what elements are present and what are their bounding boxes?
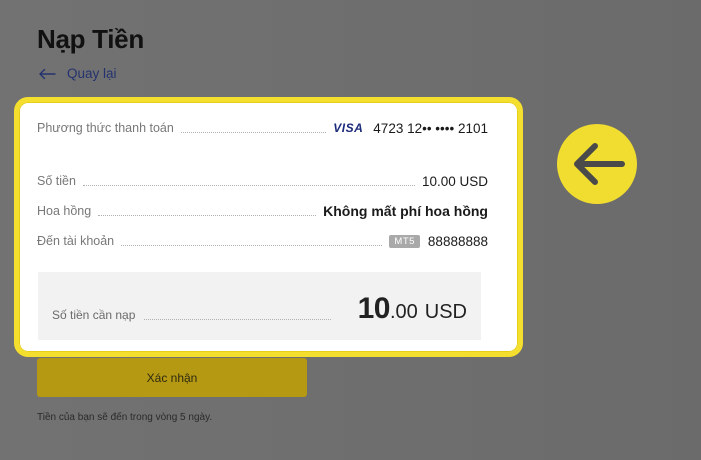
total-currency: USD [424,301,467,323]
total-label: Số tiền cần nạp [52,308,136,322]
arrival-note: Tiền của bạn sẽ đến trong vòng 5 ngày. [37,412,213,423]
payment-method-value: VISA 4723 12•• •••• 2101 [333,121,488,136]
to-account-value: MT5 88888888 [389,234,488,249]
visa-logo: VISA [333,121,364,135]
dotted-leader [180,131,327,133]
arrow-left-icon [574,143,625,185]
to-account-row: Đến tài khoản MT5 88888888 [37,231,488,251]
deposit-summary-card: Phương thức thanh toán VISA 4723 12•• ••… [14,97,523,357]
dotted-leader [144,319,331,320]
dotted-leader [82,184,415,186]
dotted-leader [121,244,383,246]
mt5-badge: MT5 [389,234,420,248]
total-amount-decimal: .00 [389,301,418,323]
commission-label: Hoa hồng [37,204,92,218]
dotted-leader [98,214,317,216]
arrow-left-icon [39,68,56,79]
back-link[interactable]: Quay lại [38,66,117,81]
amount-value: 10.00 USD [421,173,488,189]
to-account-label: Đến tài khoản [37,234,115,248]
back-link-label: Quay lại [67,66,117,81]
payment-method-label: Phương thức thanh toán [37,121,174,135]
commission-row: Hoa hồng Không mất phí hoa hồng [37,201,488,221]
total-amount: 10 .00 USD [358,292,467,326]
payment-method-row: Phương thức thanh toán VISA 4723 12•• ••… [37,118,488,138]
total-amount-integer: 10 [357,292,391,325]
amount-label: Số tiền [37,174,76,188]
amount-row: Số tiền 10.00 USD [37,171,488,191]
page-title: Nạp Tiền [37,24,144,54]
confirm-button[interactable]: Xác nhận [37,358,307,397]
callout-arrow-badge [557,124,637,204]
account-number: 88888888 [427,233,488,249]
card-number: 4723 12•• •••• 2101 [373,120,488,136]
total-amount-box: Số tiền cần nạp 10 .00 USD [38,272,481,340]
commission-value: Không mất phí hoa hồng [323,203,488,219]
